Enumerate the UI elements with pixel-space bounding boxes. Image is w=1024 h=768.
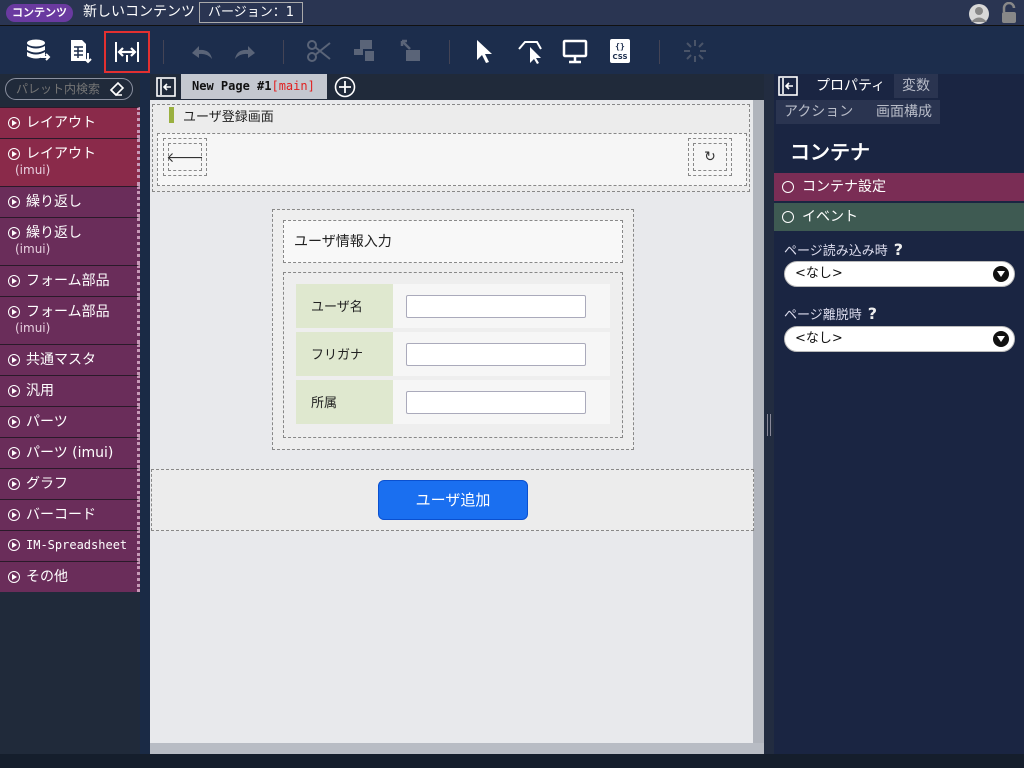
- section-container-settings[interactable]: コンテナ設定: [774, 173, 1024, 201]
- chevron-down-circle-icon: [782, 211, 794, 223]
- version-label: バージョン：1: [199, 2, 304, 23]
- play-circle-icon: [8, 117, 20, 129]
- play-circle-icon: [8, 354, 20, 366]
- status-bar: [0, 754, 1024, 768]
- play-circle-icon: [8, 478, 20, 490]
- on-load-label: ページ読み込み時?: [784, 240, 904, 259]
- canvas-horizontal-scrollbar[interactable]: [150, 743, 764, 754]
- play-circle-icon: [8, 227, 20, 239]
- palette-item-general[interactable]: 汎用: [0, 375, 140, 406]
- help-icon[interactable]: ?: [894, 240, 903, 259]
- copy-icon[interactable]: [346, 34, 382, 68]
- back-button[interactable]: 🡐: [163, 138, 207, 176]
- content-name: 新しいコンテンツ: [83, 4, 195, 20]
- add-user-button[interactable]: ユーザ追加: [378, 480, 528, 520]
- help-icon[interactable]: ?: [868, 304, 877, 323]
- database-icon[interactable]: [19, 34, 55, 68]
- play-circle-icon: [8, 385, 20, 397]
- dropdown-arrow-icon: [993, 266, 1009, 282]
- panel-splitter[interactable]: [764, 74, 774, 754]
- tab-properties[interactable]: プロパティ: [808, 74, 894, 98]
- palette-item-parts[interactable]: パーツ: [0, 406, 140, 437]
- svg-text:CSS: CSS: [612, 53, 627, 61]
- refresh-icon: ↻: [693, 143, 727, 171]
- loading-spinner-icon: [677, 34, 713, 68]
- play-circle-icon: [8, 196, 20, 208]
- redo-icon[interactable]: [227, 34, 263, 68]
- css-file-icon[interactable]: {} CSS: [602, 34, 638, 68]
- play-circle-icon: [8, 306, 20, 318]
- resize-width-button[interactable]: [104, 31, 150, 73]
- user-avatar-icon[interactable]: [968, 3, 990, 24]
- collapse-left-panel-icon[interactable]: [156, 77, 176, 97]
- refresh-button[interactable]: ↻: [688, 138, 732, 176]
- panel-heading: コンテナ: [790, 140, 870, 164]
- play-circle-icon: [8, 571, 20, 583]
- header-bar[interactable]: [157, 133, 747, 186]
- play-circle-icon: [8, 416, 20, 428]
- palette-item-form-parts-imui[interactable]: フォーム部品 (imui): [0, 296, 140, 344]
- palette-item-barcode[interactable]: バーコード: [0, 499, 140, 530]
- play-circle-icon: [782, 181, 794, 193]
- header-marker: [169, 107, 174, 123]
- preview-monitor-icon[interactable]: [557, 34, 593, 68]
- header-title: ユーザ登録画面: [183, 110, 274, 125]
- cut-icon[interactable]: [301, 34, 337, 68]
- on-leave-label: ページ離脱時?: [784, 304, 878, 323]
- palette-item-other[interactable]: その他: [0, 561, 140, 592]
- form-row-affiliation: 所属: [296, 380, 610, 424]
- lock-icon[interactable]: [998, 1, 1020, 24]
- palette-item-repeat[interactable]: 繰り返し: [0, 186, 140, 217]
- play-circle-icon: [8, 148, 20, 160]
- tab-new-page[interactable]: New Page #1[main]: [181, 74, 327, 99]
- field-label: フリガナ: [296, 332, 393, 376]
- play-circle-icon: [8, 275, 20, 287]
- undo-icon[interactable]: [184, 34, 220, 68]
- palette-item-parts-imui[interactable]: パーツ (imui): [0, 437, 140, 468]
- play-circle-icon: [8, 447, 20, 459]
- palette-item-repeat-imui[interactable]: 繰り返し (imui): [0, 217, 140, 265]
- select-pointer-icon[interactable]: [466, 34, 502, 68]
- form-row-furigana: フリガナ: [296, 332, 610, 376]
- form-row-username: ユーザ名: [296, 284, 610, 328]
- on-leave-select[interactable]: <なし>: [784, 326, 1015, 352]
- palette-item-layout-imui[interactable]: レイアウト (imui): [0, 138, 140, 186]
- on-load-select[interactable]: <なし>: [784, 261, 1015, 287]
- palette-item-form-parts[interactable]: フォーム部品: [0, 265, 140, 296]
- add-page-icon[interactable]: [334, 76, 356, 98]
- dropdown-arrow-icon: [993, 331, 1009, 347]
- palette-panel: レイアウト レイアウト(imui) 繰り返し 繰り返し(imui) フォーム部品…: [0, 74, 140, 754]
- tab-actions[interactable]: アクション: [776, 100, 868, 124]
- palette-item-layout[interactable]: レイアウト: [0, 107, 140, 138]
- username-input[interactable]: [406, 295, 586, 318]
- palette-item-graph[interactable]: グラフ: [0, 468, 140, 499]
- play-circle-icon: [8, 539, 20, 551]
- select-area-icon[interactable]: [512, 34, 548, 68]
- canvas-vertical-scrollbar[interactable]: [753, 100, 764, 754]
- palette-list: レイアウト レイアウト (imui) 繰り返し 繰り返し (imui) フォーム部品…: [0, 107, 140, 592]
- eraser-icon[interactable]: [108, 80, 126, 98]
- data-sheet-icon[interactable]: [62, 34, 98, 68]
- palette-item-common-master[interactable]: 共通マスタ: [0, 344, 140, 375]
- palette-item-spreadsheet[interactable]: IM-Spreadsheet: [0, 530, 140, 561]
- properties-panel: プロパティ 変数 アクション 画面構成 コンテナ コンテナ設定 イベント ページ…: [774, 74, 1024, 754]
- form-title: ユーザ情報入力: [283, 220, 623, 263]
- tab-screen-structure[interactable]: 画面構成: [868, 100, 940, 124]
- toolbar: {} CSS: [0, 26, 1024, 74]
- paste-icon[interactable]: [392, 34, 428, 68]
- svg-text:{}: {}: [615, 42, 625, 51]
- affiliation-input[interactable]: [406, 391, 586, 414]
- play-circle-icon: [8, 509, 20, 521]
- back-arrow-icon: 🡐: [166, 143, 204, 171]
- tab-variables[interactable]: 変数: [894, 74, 938, 98]
- furigana-input[interactable]: [406, 343, 586, 366]
- app-badge: コンテンツ: [6, 4, 73, 22]
- field-label: 所属: [296, 380, 393, 424]
- field-label: ユーザ名: [296, 284, 393, 328]
- section-events[interactable]: イベント: [774, 203, 1024, 231]
- collapse-right-panel-icon[interactable]: [778, 76, 800, 98]
